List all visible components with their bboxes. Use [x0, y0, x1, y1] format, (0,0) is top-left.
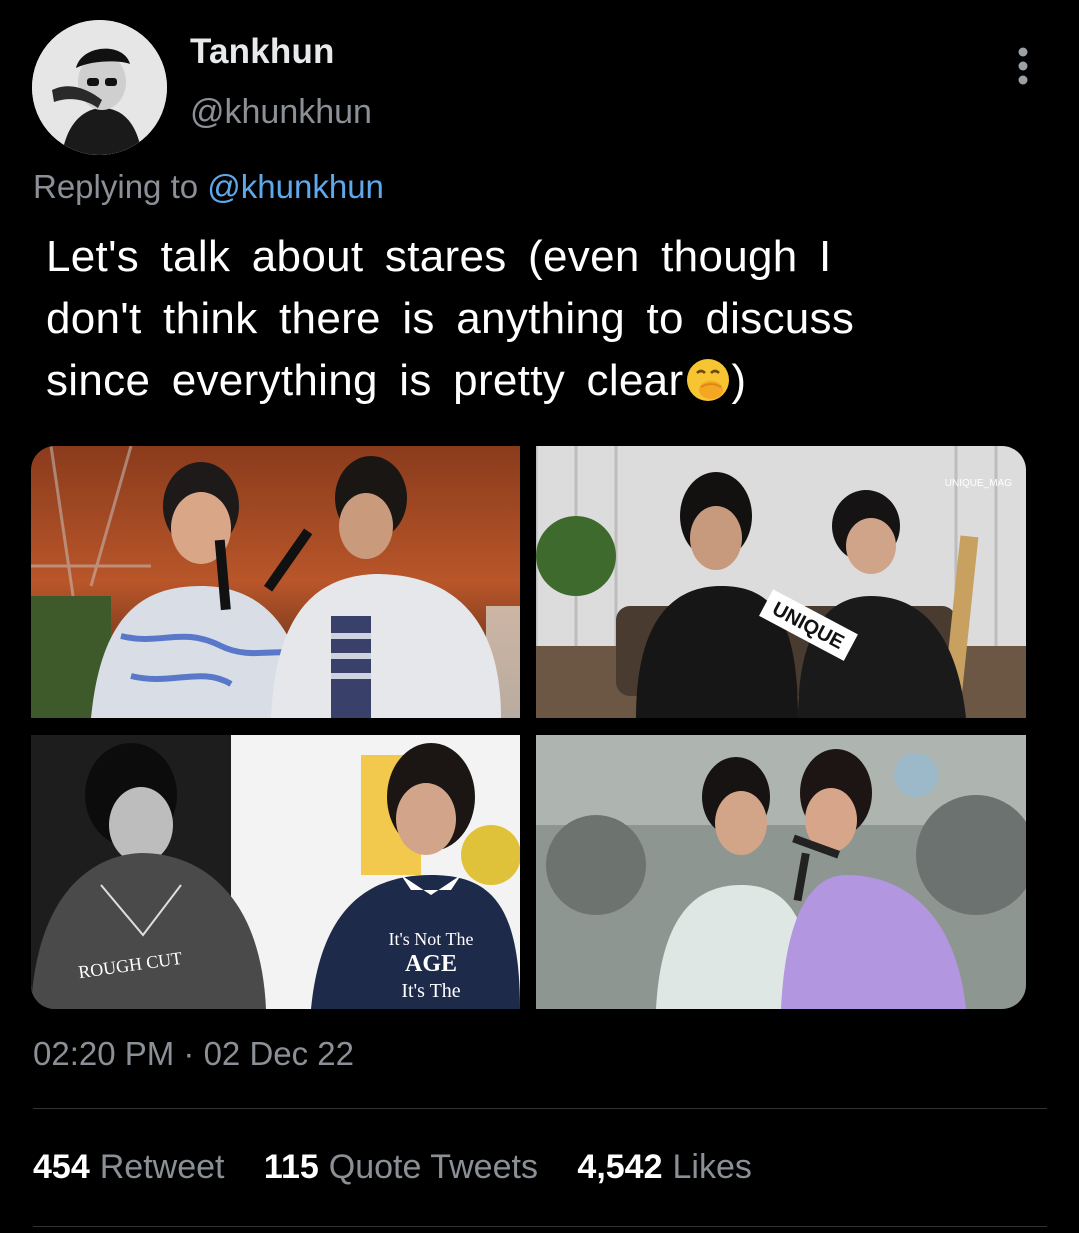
quote-tweets-label: Quote Tweets [328, 1148, 538, 1186]
replying-to-link[interactable]: @khunkhun [207, 168, 384, 205]
tweet-line-3-text: since everything is pretty clear [46, 356, 684, 405]
tweet-line-1: Let's talk about stares (even though I [46, 232, 832, 281]
tweet-body: Let's talk about stares (even though I d… [46, 226, 1046, 412]
author-display-name[interactable]: Tankhun [190, 32, 335, 72]
author-handle[interactable]: @khunkhun [190, 93, 372, 132]
tweet-timestamp[interactable]: 02:20 PM · 02 Dec 22 [33, 1035, 354, 1073]
retweets-label: Retweet [99, 1148, 225, 1186]
photo-two-shirts-icon: ROUGH CUT It's Not The AGE It's The [31, 735, 520, 1009]
divider-bottom [33, 1226, 1047, 1227]
replying-to: Replying to @khunkhun [33, 168, 384, 206]
profile-photo-icon [32, 20, 167, 155]
likes-count: 4,542 [577, 1148, 663, 1186]
photo3-shirt-line1: It's Not The [389, 929, 474, 949]
replying-to-label: Replying to [33, 168, 199, 205]
photo3-shirt-line3: It's The [401, 980, 460, 1002]
retweets-count: 454 [33, 1148, 90, 1186]
tweet-stats: 454 Retweet 115 Quote Tweets 4,542 Likes [33, 1148, 782, 1187]
quote-tweets-stat[interactable]: 115 Quote Tweets [264, 1148, 538, 1187]
more-vertical-icon[interactable] [1010, 44, 1036, 88]
photo-1[interactable] [31, 446, 520, 718]
tweet-line-3: since everything is pretty clear ) [46, 350, 1046, 412]
tweet-line-3-suffix: ) [731, 356, 747, 405]
photo-4[interactable] [536, 735, 1026, 1009]
face-with-hand-over-mouth-emoji [685, 357, 731, 403]
photo-3[interactable]: ROUGH CUT It's Not The AGE It's The [31, 735, 520, 1009]
photo-stage-duo-icon [31, 446, 520, 718]
photo2-watermark: UNIQUE_MAG [945, 478, 1012, 489]
author-avatar[interactable] [32, 20, 167, 155]
likes-stat[interactable]: 4,542 Likes [577, 1148, 751, 1187]
photo-interview-couch-icon: UNIQUE UNIQUE_MAG [536, 446, 1026, 718]
photo-2[interactable]: UNIQUE UNIQUE_MAG [536, 446, 1026, 718]
likes-label: Likes [672, 1148, 752, 1186]
tweet-line-2: don't think there is anything to discuss [46, 294, 855, 343]
photo3-shirt-line2: AGE [405, 951, 457, 977]
quote-tweets-count: 115 [263, 1148, 319, 1186]
photo-outdoor-mic-icon [536, 735, 1026, 1009]
divider-top [33, 1108, 1047, 1109]
retweets-stat[interactable]: 454 Retweet [33, 1148, 224, 1187]
media-grid: UNIQUE UNIQUE_MAG ROUGH CUT It's Not The… [31, 446, 1026, 1009]
